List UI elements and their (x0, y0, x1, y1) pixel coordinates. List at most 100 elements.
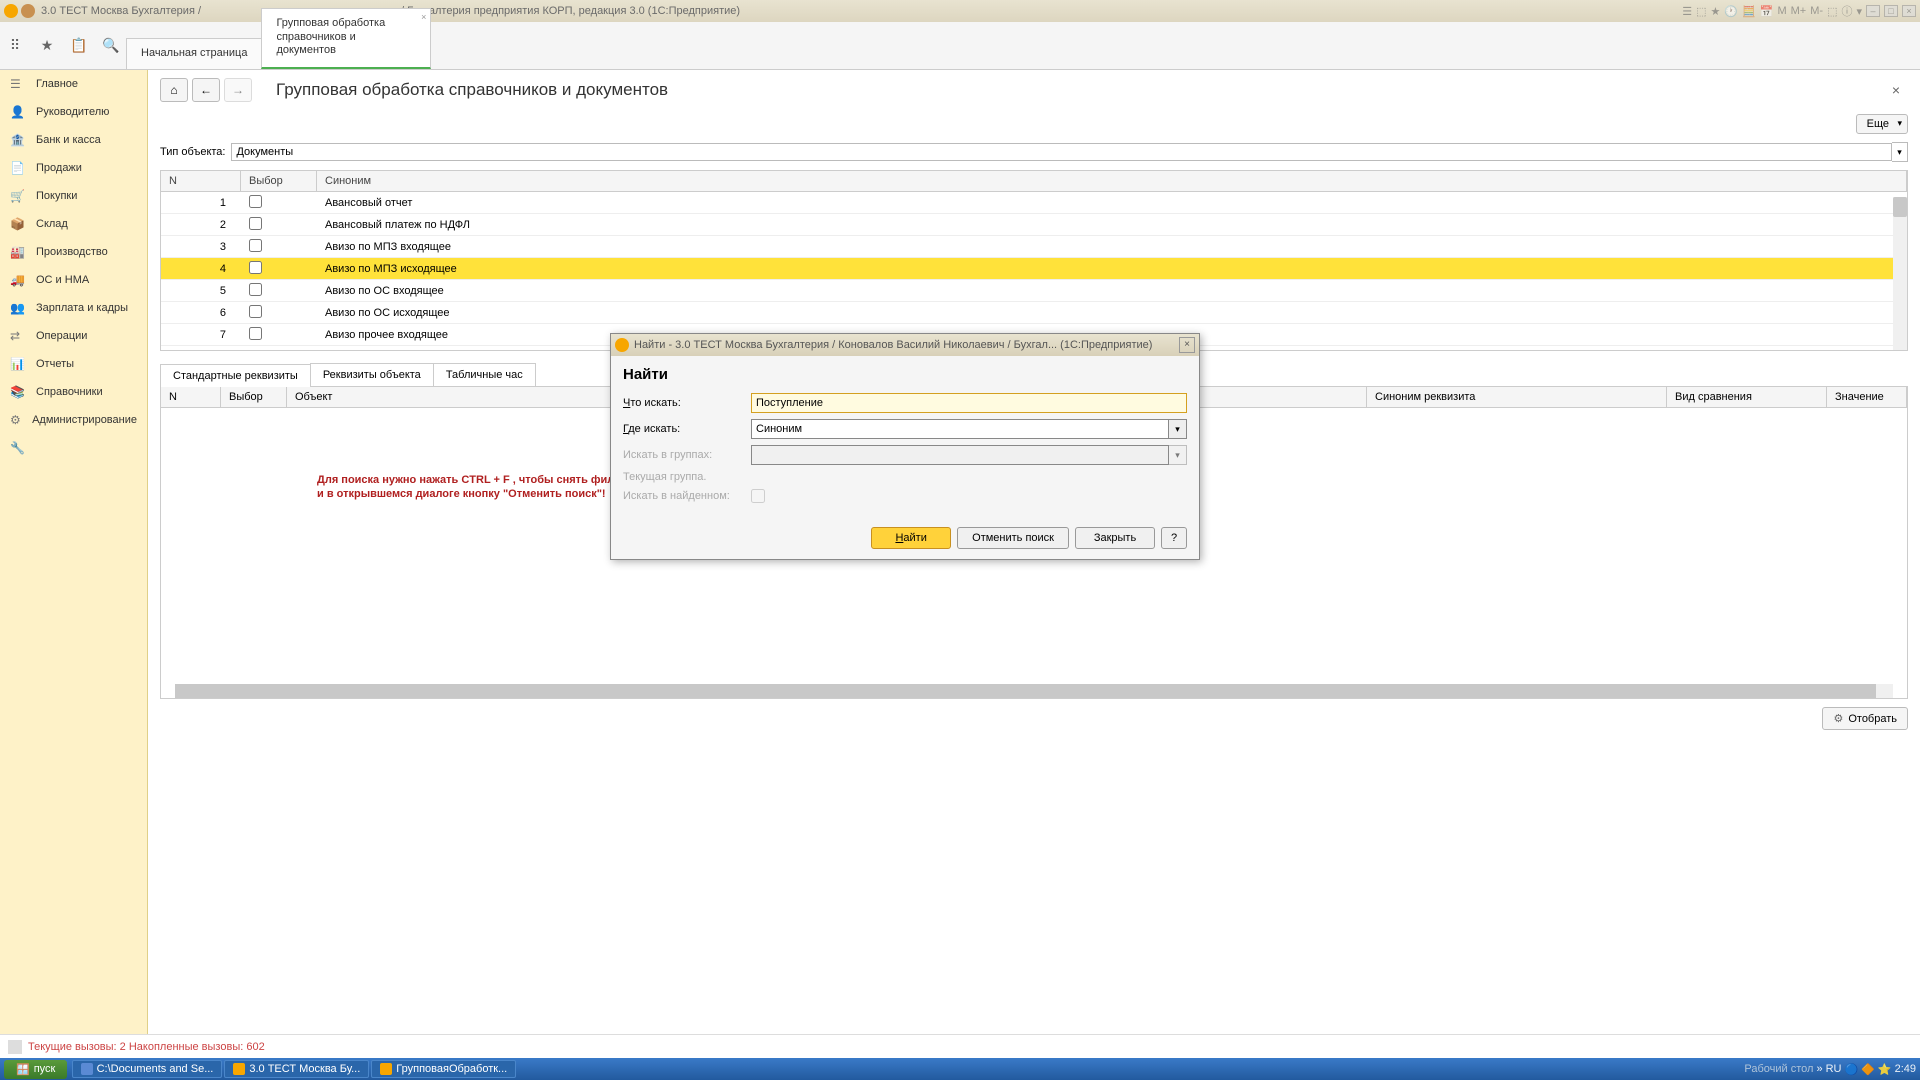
titlebar-icon[interactable]: ⬚ (1696, 5, 1706, 18)
favorite-icon[interactable]: ★ (38, 37, 56, 55)
what-input[interactable] (751, 393, 1187, 413)
sidebar-item[interactable]: ⚙Администрирование (0, 406, 147, 434)
tab-close-icon[interactable]: × (421, 12, 426, 22)
minimize-button[interactable]: – (1866, 5, 1880, 17)
titlebar-icon[interactable]: ☰ (1682, 5, 1692, 18)
sidebar-icon: ⚙ (10, 413, 24, 427)
row-checkbox[interactable] (249, 305, 262, 318)
titlebar-icon[interactable]: 🕐 (1724, 5, 1738, 18)
tab-standard-req[interactable]: Стандартные реквизиты (160, 364, 311, 387)
col2-choice[interactable]: Выбор (221, 387, 287, 407)
current-group-label: Текущая группа. (623, 471, 751, 483)
sidebar-icon: 🔧 (10, 441, 28, 455)
tab-object-req[interactable]: Реквизиты объекта (310, 363, 434, 386)
tray-arrow-icon[interactable]: » (1816, 1063, 1822, 1075)
dialog-close-icon[interactable]: × (1179, 337, 1195, 353)
sidebar-icon: 🏦 (10, 133, 28, 147)
close-button[interactable]: × (1902, 5, 1916, 17)
dropdown-icon[interactable]: ▾ (1856, 5, 1862, 18)
table-row[interactable]: 2Авансовый платеж по НДФЛ (161, 214, 1907, 236)
close-dialog-button[interactable]: Закрыть (1075, 527, 1155, 549)
sidebar-label: Руководителю (36, 106, 109, 118)
row-checkbox[interactable] (249, 195, 262, 208)
window-title: 3.0 ТЕСТ Москва Бухгалтерия / (41, 5, 201, 17)
maximize-button[interactable]: □ (1884, 5, 1898, 17)
where-input[interactable] (751, 419, 1169, 439)
search-icon[interactable]: 🔍 (102, 37, 120, 55)
where-dropdown-icon[interactable]: ▾ (1169, 419, 1187, 439)
tray-lang[interactable]: RU (1826, 1063, 1842, 1075)
forward-button[interactable]: → (224, 78, 252, 102)
sidebar-item[interactable]: 📦Склад (0, 210, 147, 238)
info-icon[interactable]: ⓘ (1841, 3, 1852, 19)
tab-group-processing[interactable]: Групповая обработка справочников и докум… (261, 8, 431, 69)
type-dropdown-icon[interactable]: ▾ (1892, 142, 1908, 162)
titlebar-icon[interactable]: ⬚ (1827, 5, 1837, 18)
more-button[interactable]: Еще (1856, 114, 1908, 134)
apps-icon[interactable]: ⠿ (6, 37, 24, 55)
table-row[interactable]: 4Авизо по МПЗ исходящее (161, 258, 1907, 280)
task-item[interactable]: ГрупповаяОбработк... (371, 1060, 516, 1078)
row-checkbox[interactable] (249, 239, 262, 252)
sidebar-item[interactable]: 📚Справочники (0, 378, 147, 406)
col-synonym[interactable]: Синоним (317, 171, 1907, 191)
col2-n[interactable]: N (161, 387, 221, 407)
vertical-scrollbar[interactable] (1893, 197, 1907, 350)
type-select[interactable]: Документы (231, 143, 1892, 161)
tab-home[interactable]: Начальная страница (126, 38, 262, 69)
sidebar-item[interactable]: 📊Отчеты (0, 350, 147, 378)
tab-table-parts[interactable]: Табличные час (433, 363, 536, 386)
row-checkbox[interactable] (249, 283, 262, 296)
row-checkbox[interactable] (249, 217, 262, 230)
cancel-search-button[interactable]: Отменить поиск (957, 527, 1069, 549)
titlebar-icon[interactable]: ★ (1710, 5, 1720, 18)
m-indicator[interactable]: М (1777, 5, 1786, 17)
back-button[interactable]: ← (192, 78, 220, 102)
sidebar-item[interactable]: ☰Главное (0, 70, 147, 98)
row-checkbox[interactable] (249, 261, 262, 274)
tray-icon[interactable]: 🔶 (1861, 1063, 1875, 1076)
start-button[interactable]: 🪟пуск (4, 1060, 67, 1079)
col-n[interactable]: N (161, 171, 241, 191)
sidebar-item[interactable]: 🛒Покупки (0, 182, 147, 210)
select-button[interactable]: ⚙Отобрать (1822, 707, 1908, 730)
row-checkbox[interactable] (249, 327, 262, 340)
dialog-icon (615, 338, 629, 352)
titlebar-icon[interactable]: 📅 (1760, 5, 1774, 18)
col2-value[interactable]: Значение (1827, 387, 1907, 407)
help-button[interactable]: ? (1161, 527, 1187, 549)
table-row[interactable]: 3Авизо по МПЗ входящее (161, 236, 1907, 258)
m-minus-indicator[interactable]: М- (1810, 5, 1823, 17)
table-row[interactable]: 5Авизо по ОС входящее (161, 280, 1907, 302)
sidebar-item[interactable]: 📄Продажи (0, 154, 147, 182)
home-button[interactable]: ⌂ (160, 78, 188, 102)
sidebar-label: Отчеты (36, 358, 74, 370)
horizontal-scrollbar[interactable] (175, 684, 1893, 698)
table-row[interactable]: 1Авансовый отчет (161, 192, 1907, 214)
tray-icon[interactable]: 🔵 (1844, 1063, 1858, 1076)
sidebar-item[interactable]: 🏭Производство (0, 238, 147, 266)
sidebar-item[interactable]: ⇄Операции (0, 322, 147, 350)
sidebar-item[interactable]: 👤Руководителю (0, 98, 147, 126)
sidebar-item[interactable]: 🔧 (0, 434, 147, 462)
type-label: Тип объекта: (160, 146, 225, 158)
task-item[interactable]: C:\Documents and Se... (72, 1060, 222, 1078)
what-label: Что искать: (623, 397, 751, 409)
sidebar-label: Склад (36, 218, 68, 230)
col2-compare[interactable]: Вид сравнения (1667, 387, 1827, 407)
sidebar-item[interactable]: 🚚ОС и НМА (0, 266, 147, 294)
table-row[interactable]: 6Авизо по ОС исходящее (161, 302, 1907, 324)
col2-syn-req[interactable]: Синоним реквизита (1367, 387, 1667, 407)
sidebar-item[interactable]: 👥Зарплата и кадры (0, 294, 147, 322)
clipboard-icon[interactable]: 📋 (70, 37, 88, 55)
find-button[interactable]: Найти (871, 527, 951, 549)
sidebar-item[interactable]: 🏦Банк и касса (0, 126, 147, 154)
task-item[interactable]: 3.0 ТЕСТ Москва Бу... (224, 1060, 369, 1078)
tray-clock[interactable]: 2:49 (1895, 1063, 1916, 1075)
titlebar-icon[interactable]: 🧮 (1742, 5, 1756, 18)
tray-icon[interactable]: ⭐ (1878, 1063, 1892, 1076)
page-close-icon[interactable]: × (1892, 82, 1900, 98)
tray-desktop[interactable]: Рабочий стол (1744, 1063, 1813, 1075)
col-choice[interactable]: Выбор (241, 171, 317, 191)
m-plus-indicator[interactable]: М+ (1791, 5, 1807, 17)
